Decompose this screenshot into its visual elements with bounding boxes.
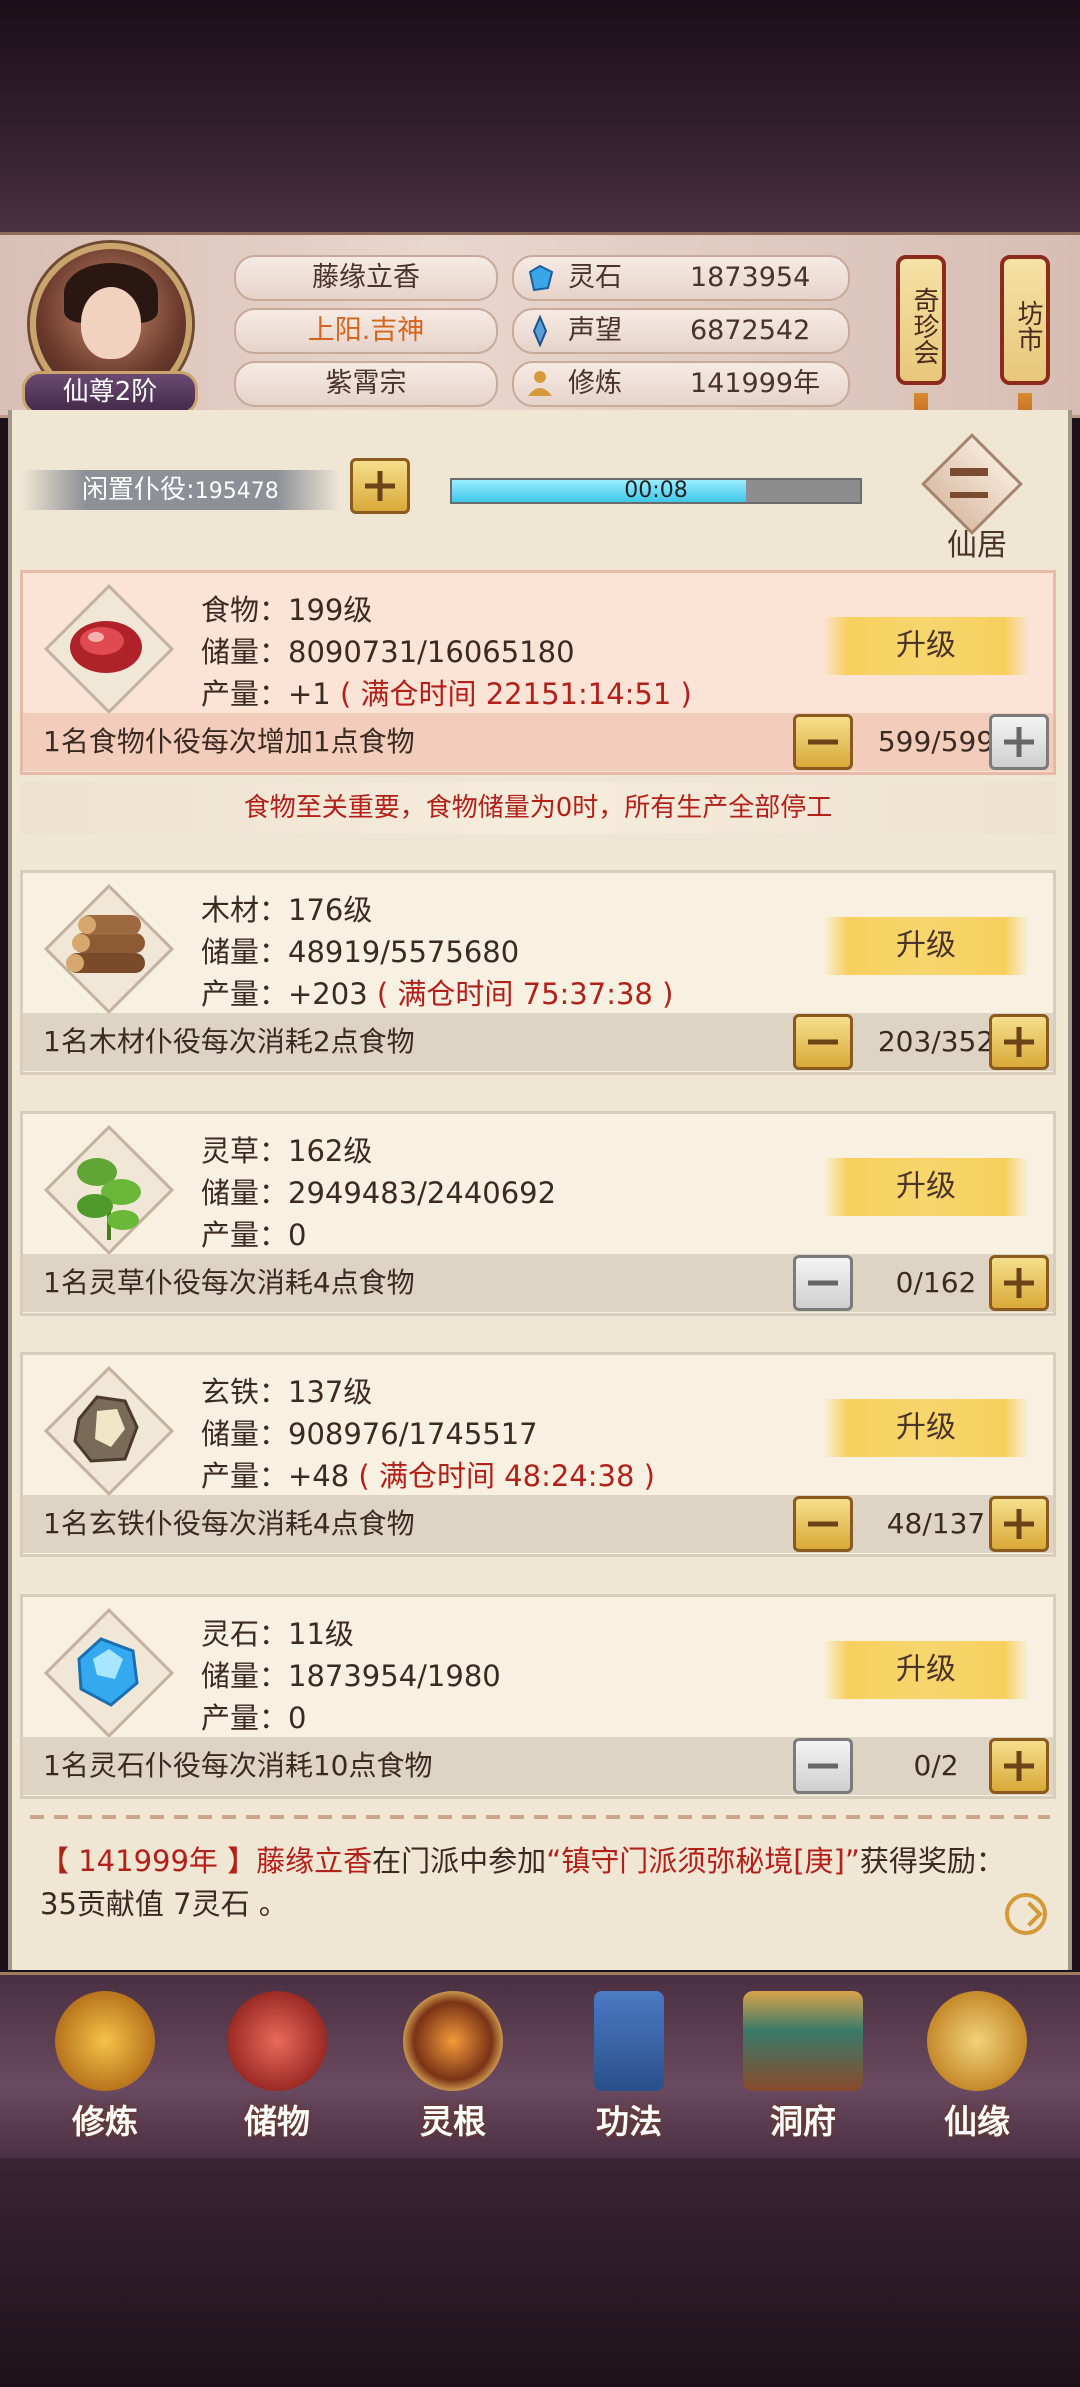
top-background (0, 0, 1080, 232)
wood-decrease-button[interactable] (793, 1014, 853, 1070)
iron-increase-button[interactable] (989, 1496, 1049, 1552)
add-servant-button[interactable] (350, 458, 410, 514)
storage-bag-icon (227, 1991, 327, 2091)
cultivate-icon (55, 1991, 155, 2091)
spirit-root-icon (403, 1991, 503, 2091)
food-warning: 食物至关重要，食物储量为0时，所有生产全部停工 (20, 782, 1056, 834)
food-increase-button[interactable] (989, 714, 1049, 770)
blue-crystal-icon (41, 1605, 175, 1739)
wood-increase-button[interactable] (989, 1014, 1049, 1070)
upgrade-wood-button[interactable]: 升级 (823, 917, 1029, 975)
spirit-stone-icon (528, 264, 554, 292)
player-name: 藤缘立香 (234, 255, 498, 301)
meat-icon (41, 581, 175, 715)
treasure-auction-button[interactable]: 奇珍会 (896, 255, 946, 385)
resource-card-food: 食物：199级 储量：8090731/16065180 产量：+1 ( 满仓时间… (20, 570, 1056, 775)
resource-card-herb: 灵草：162级 储量：2949483/2440692 产量：0 升级 1名灵草仆… (20, 1111, 1056, 1316)
iron-decrease-button[interactable] (793, 1496, 853, 1552)
bottom-navigation: 修炼 储物 灵根 功法 洞府 仙缘 (0, 1972, 1080, 2161)
upgrade-spirit-stone-button[interactable]: 升级 (823, 1641, 1029, 1699)
nav-spirit-root[interactable]: 灵根 (368, 1985, 538, 2155)
market-button[interactable]: 坊市 (1000, 255, 1050, 385)
player-header: 仙尊2阶 藤缘立香 上阳.吉神 紫霄宗 灵石 1873954 声望 687254… (0, 232, 1080, 437)
stat-cultivation: 修炼 141999年 (512, 361, 850, 407)
wood-logs-icon (41, 881, 175, 1015)
stat-prestige: 声望 6872542 (512, 308, 850, 354)
nav-technique[interactable]: 功法 (544, 1985, 714, 2155)
food-worker-bar: 1名食物仆役每次增加1点食物 599/599 (23, 713, 1053, 771)
resource-card-wood: 木材：176级 储量：48919/5575680 产量：+203 ( 满仓时间 … (20, 870, 1056, 1075)
nav-storage[interactable]: 储物 (192, 1985, 362, 2155)
idle-servants-label: 闲置仆役:195478 (22, 470, 340, 510)
decorative-divider (30, 1815, 1050, 1819)
nav-cave-dwelling[interactable]: 洞府 (718, 1985, 888, 2155)
technique-book-icon (594, 1991, 664, 2091)
iron-ore-icon (41, 1363, 175, 1497)
herb-worker-bar: 1名灵草仆役每次消耗4点食物 0/162 (23, 1254, 1053, 1312)
resource-card-iron: 玄铁：137级 储量：908976/1745517 产量：+48 ( 满仓时间 … (20, 1352, 1056, 1557)
bottom-background (0, 2158, 1080, 2387)
player-title[interactable]: 上阳.吉神 (234, 308, 498, 354)
recruit-progress-bar: 00:08 (450, 478, 862, 504)
news-message: 【 141999年 】藤缘立香在门派中参加“镇守门派须弥秘境[庚]”获得奖励：3… (40, 1844, 1005, 1921)
player-sect[interactable]: 紫霄宗 (234, 361, 498, 407)
food-decrease-button[interactable] (793, 714, 853, 770)
upgrade-iron-button[interactable]: 升级 (823, 1399, 1029, 1457)
resource-card-spirit-stone: 灵石：11级 储量：1873954/1980 产量：0 升级 1名灵石仆役每次消… (20, 1594, 1056, 1799)
nav-cultivate[interactable]: 修炼 (20, 1985, 190, 2155)
spirit-stone-increase-button[interactable] (989, 1738, 1049, 1794)
news-next-arrow-icon[interactable] (1005, 1893, 1047, 1935)
rank-badge: 仙尊2阶 (22, 371, 198, 415)
pavilion-icon (950, 468, 988, 498)
herb-increase-button[interactable] (989, 1255, 1049, 1311)
herb-decrease-button[interactable] (793, 1255, 853, 1311)
spirit-stone-worker-bar: 1名灵石仆役每次消耗10点食物 0/2 (23, 1737, 1053, 1795)
cave-dwelling-icon (743, 1991, 863, 2091)
gourd-icon (927, 1991, 1027, 2091)
recruit-timer: 00:08 (624, 478, 688, 503)
cultivator-icon (528, 371, 552, 396)
iron-worker-bar: 1名玄铁仆役每次消耗4点食物 48/137 (23, 1495, 1053, 1553)
herb-icon (41, 1122, 175, 1256)
nav-immortal-fate[interactable]: 仙缘 (892, 1985, 1062, 2155)
wood-worker-bar: 1名木材仆役每次消耗2点食物 203/352 (23, 1013, 1053, 1071)
upgrade-food-button[interactable]: 升级 (823, 617, 1029, 675)
immortal-home-label: 仙居 (947, 528, 1007, 563)
upgrade-herb-button[interactable]: 升级 (823, 1158, 1029, 1216)
stat-spirit-stone: 灵石 1873954 (512, 255, 850, 301)
prestige-crystal-icon (532, 315, 548, 347)
spirit-stone-decrease-button[interactable] (793, 1738, 853, 1794)
